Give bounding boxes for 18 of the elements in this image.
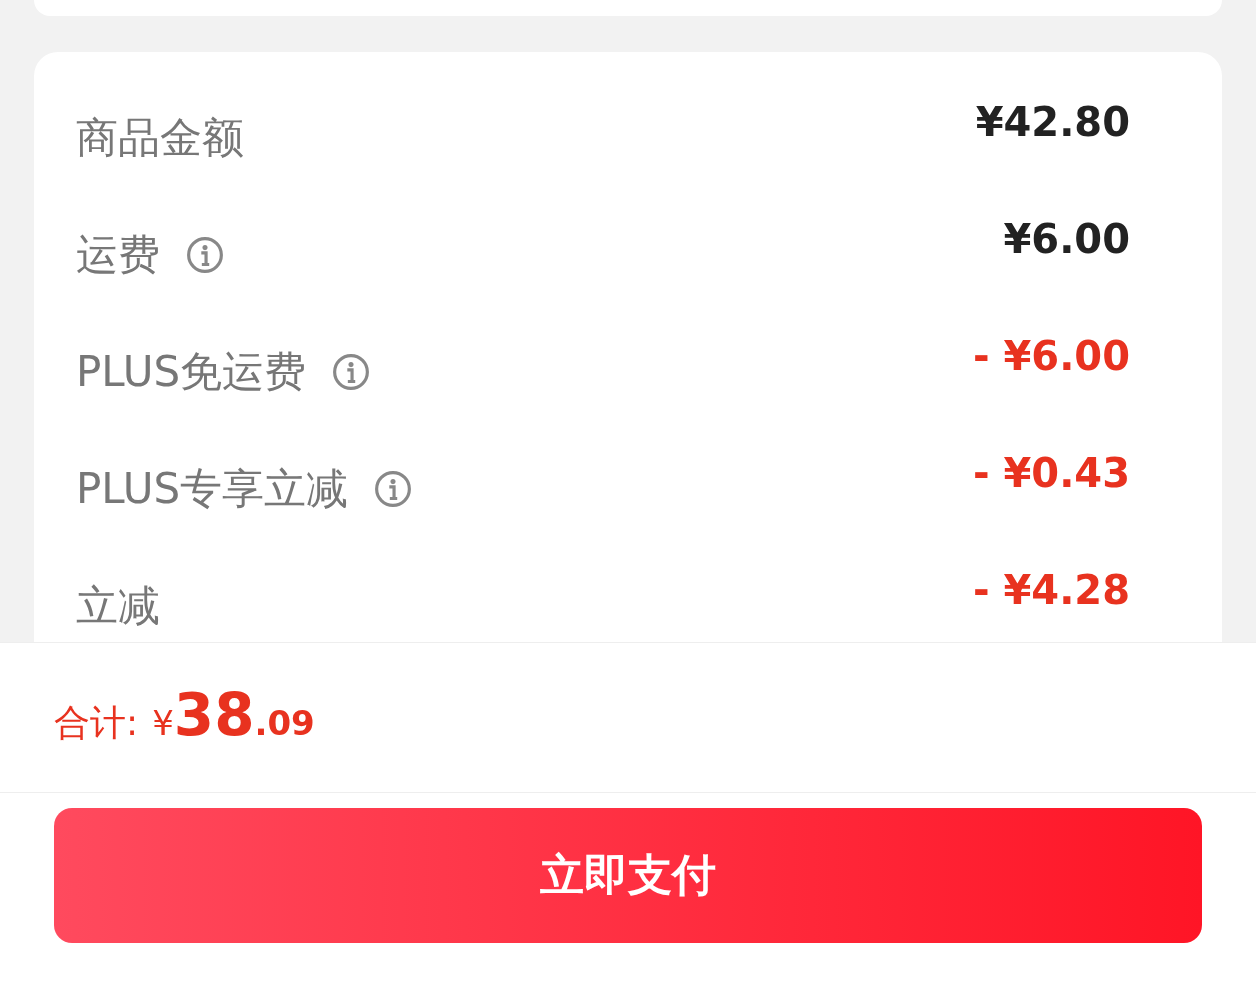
fee-label: 商品金额 [76,111,244,164]
fee-label: 运费 [76,228,160,281]
fee-label: PLUS专享立减 [76,462,349,515]
fee-amount: - ¥4.28 [972,566,1130,615]
info-icon[interactable] [374,469,413,508]
fee-amount: ¥6.00 [1003,215,1130,264]
fee-label: 立减 [76,579,160,632]
total-decimal: .09 [254,703,315,743]
info-icon[interactable] [332,352,371,391]
currency-symbol: ¥ [152,703,174,743]
total-label: 合计: [54,701,139,745]
fee-amount: - ¥6.00 [972,332,1130,381]
total-amount: 38 [173,681,255,749]
fee-label: PLUS免运费 [76,345,307,398]
info-icon[interactable] [186,235,224,274]
pay-button[interactable]: 立即支付 [54,808,1202,943]
fee-amount: - ¥0.43 [972,449,1130,498]
fee-amount: ¥42.80 [975,98,1130,147]
